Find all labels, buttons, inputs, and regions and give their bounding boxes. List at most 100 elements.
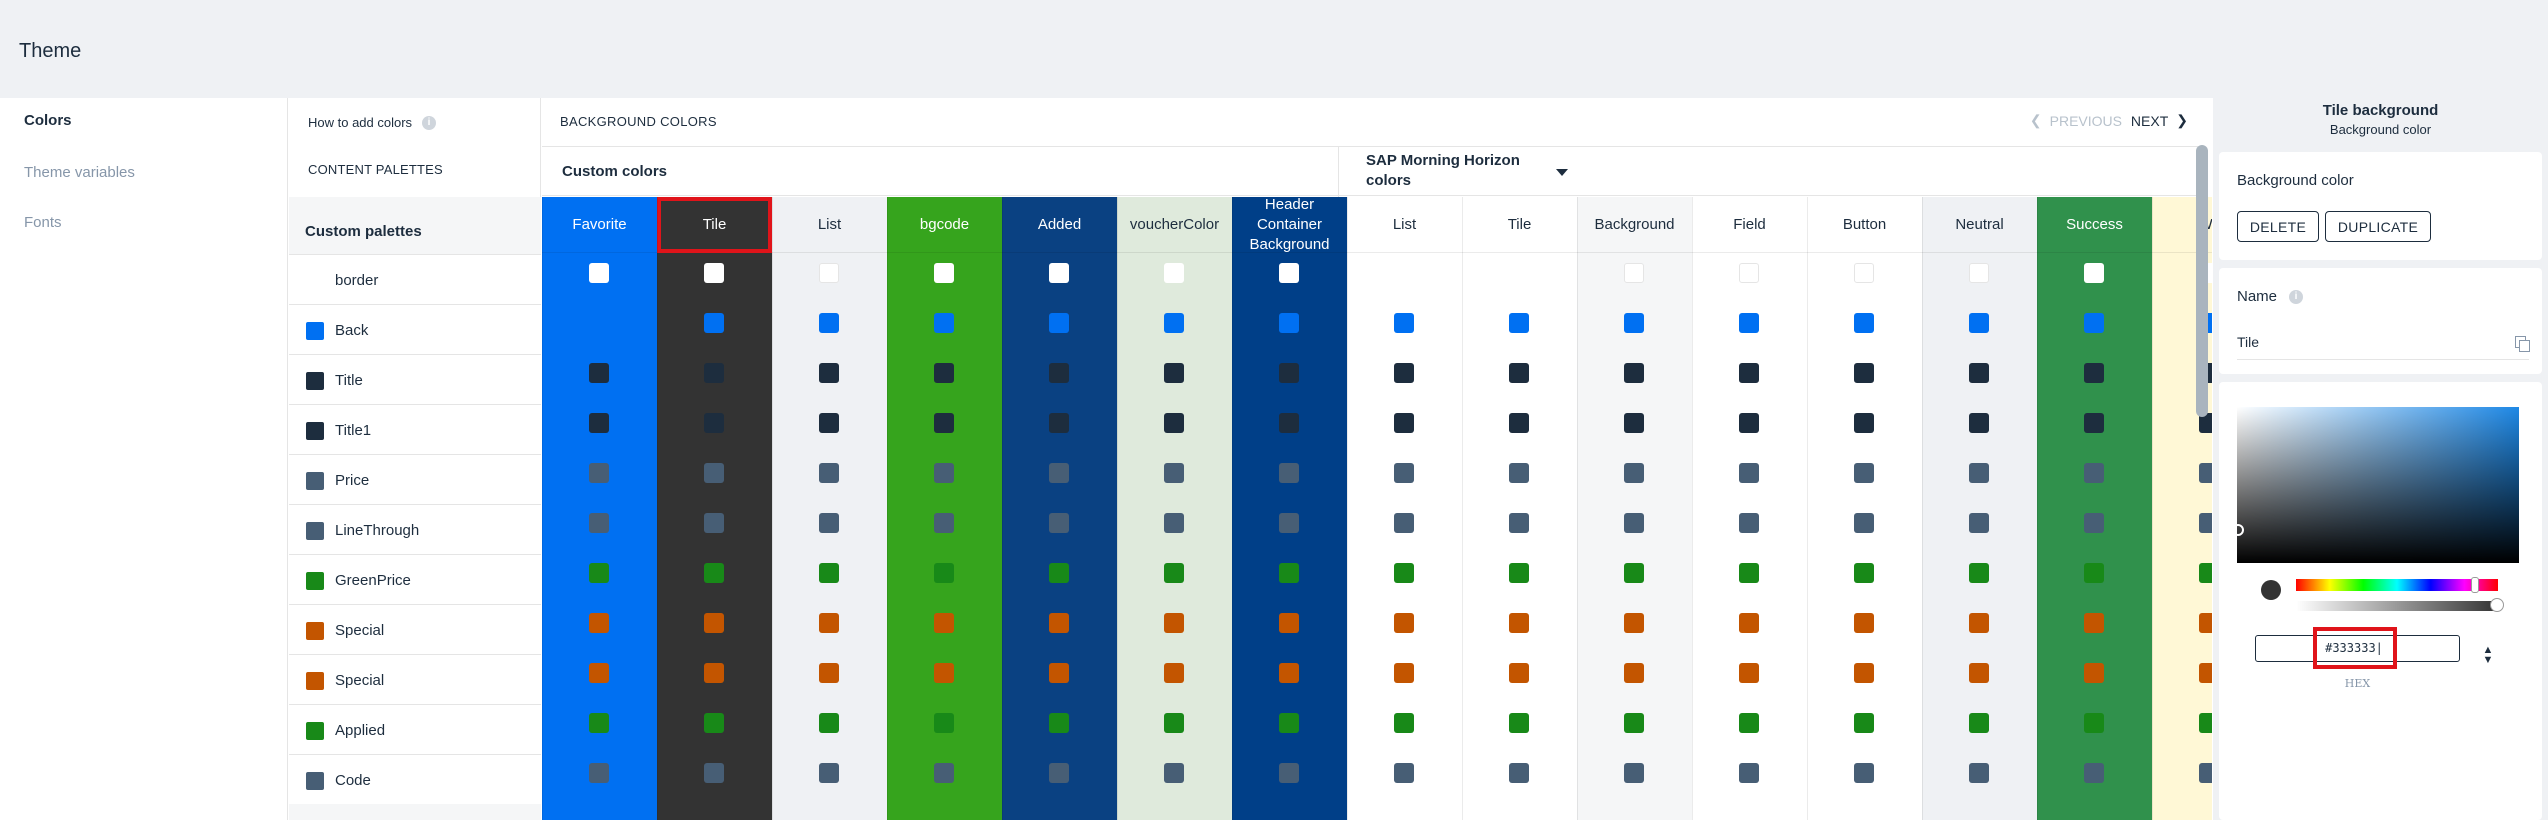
- color-swatch-cell[interactable]: [819, 363, 839, 383]
- color-column-header[interactable]: Neutral: [1922, 197, 2037, 253]
- color-swatch-cell[interactable]: [1049, 613, 1069, 633]
- color-swatch-cell[interactable]: [819, 613, 839, 633]
- scrollbar[interactable]: [2196, 145, 2208, 417]
- color-column-header[interactable]: List: [772, 197, 887, 253]
- color-swatch-cell[interactable]: [1049, 713, 1069, 733]
- color-swatch-cell[interactable]: [1049, 463, 1069, 483]
- palette-row[interactable]: GreenPrice: [289, 554, 541, 604]
- hue-handle[interactable]: [2471, 577, 2479, 593]
- color-column-header[interactable]: voucherColor: [1117, 197, 1232, 253]
- palette-row[interactable]: Title: [289, 354, 541, 404]
- color-swatch-cell[interactable]: [1279, 513, 1299, 533]
- color-swatch-cell[interactable]: [1394, 363, 1414, 383]
- color-column-header[interactable]: Background: [1577, 197, 1692, 253]
- color-swatch-cell[interactable]: [1279, 363, 1299, 383]
- color-column-header[interactable]: Tile: [1462, 197, 1577, 253]
- color-swatch-cell[interactable]: [1164, 563, 1184, 583]
- color-swatch-cell[interactable]: [1624, 313, 1644, 333]
- color-swatch-cell[interactable]: [589, 363, 609, 383]
- color-swatch-cell[interactable]: [589, 563, 609, 583]
- copy-icon[interactable]: [2515, 336, 2530, 352]
- color-column-header[interactable]: Field: [1692, 197, 1807, 253]
- color-swatch-cell[interactable]: [1279, 313, 1299, 333]
- color-swatch-cell[interactable]: [819, 463, 839, 483]
- saturation-picker[interactable]: [2232, 407, 2519, 563]
- color-swatch-cell[interactable]: [1624, 613, 1644, 633]
- color-swatch-cell[interactable]: [1509, 713, 1529, 733]
- color-swatch-cell[interactable]: [1624, 713, 1644, 733]
- color-swatch-cell[interactable]: [1049, 513, 1069, 533]
- color-swatch-cell[interactable]: [1624, 413, 1644, 433]
- color-swatch-cell[interactable]: [1049, 663, 1069, 683]
- palette-row[interactable]: LineThrough: [289, 504, 541, 554]
- color-swatch-cell[interactable]: [819, 663, 839, 683]
- color-swatch-cell[interactable]: [1394, 663, 1414, 683]
- color-swatch-cell[interactable]: [1624, 363, 1644, 383]
- color-swatch-cell[interactable]: [704, 613, 724, 633]
- color-swatch-cell[interactable]: [1969, 263, 1989, 283]
- color-swatch-cell[interactable]: [1049, 363, 1069, 383]
- delete-button[interactable]: DELETE: [2237, 211, 2319, 242]
- color-column-header[interactable]: Added: [1002, 197, 1117, 253]
- color-swatch-cell[interactable]: [1969, 463, 1989, 483]
- color-swatch-cell[interactable]: [704, 513, 724, 533]
- color-swatch-cell[interactable]: [1279, 463, 1299, 483]
- color-swatch-cell[interactable]: [1164, 263, 1184, 283]
- color-swatch-cell[interactable]: [704, 663, 724, 683]
- color-swatch-cell[interactable]: [589, 263, 609, 283]
- color-swatch-cell[interactable]: [704, 363, 724, 383]
- color-swatch-cell[interactable]: [1164, 463, 1184, 483]
- color-swatch-cell[interactable]: [589, 463, 609, 483]
- color-swatch-cell[interactable]: [1969, 563, 1989, 583]
- color-swatch-cell[interactable]: [2199, 563, 2212, 583]
- color-swatch-cell[interactable]: [704, 763, 724, 783]
- color-swatch-cell[interactable]: [704, 313, 724, 333]
- color-swatch-cell[interactable]: [1164, 763, 1184, 783]
- color-swatch-cell[interactable]: [2084, 313, 2104, 333]
- color-swatch-cell[interactable]: [704, 713, 724, 733]
- color-column-header[interactable]: bgcode: [887, 197, 1002, 253]
- picker-handle[interactable]: [2232, 524, 2244, 536]
- color-column[interactable]: voucherColor: [1117, 197, 1232, 820]
- color-swatch-cell[interactable]: [1854, 463, 1874, 483]
- color-column-header[interactable]: Header Container Background: [1232, 196, 1347, 253]
- alpha-handle[interactable]: [2490, 598, 2504, 612]
- palette-row[interactable]: Back: [289, 304, 541, 354]
- color-swatch-cell[interactable]: [934, 263, 954, 283]
- color-swatch-cell[interactable]: [1854, 263, 1874, 283]
- color-swatch-cell[interactable]: [1509, 663, 1529, 683]
- color-swatch-cell[interactable]: [2199, 513, 2212, 533]
- color-column[interactable]: List: [1347, 197, 1462, 820]
- color-swatch-cell[interactable]: [1854, 413, 1874, 433]
- color-swatch-cell[interactable]: [934, 313, 954, 333]
- color-swatch-cell[interactable]: [2199, 613, 2212, 633]
- color-column[interactable]: Success: [2037, 197, 2152, 820]
- color-swatch-cell[interactable]: [1969, 613, 1989, 633]
- color-swatch-cell[interactable]: [2199, 763, 2212, 783]
- color-column[interactable]: Favorite: [542, 197, 657, 820]
- color-swatch-cell[interactable]: [934, 763, 954, 783]
- color-swatch-cell[interactable]: [819, 513, 839, 533]
- color-column[interactable]: List: [772, 197, 887, 820]
- info-icon[interactable]: i: [2289, 289, 2304, 304]
- color-swatch-cell[interactable]: [1969, 313, 1989, 333]
- palette-row[interactable]: Applied: [289, 704, 541, 754]
- color-swatch-cell[interactable]: [1739, 263, 1759, 283]
- color-swatch-cell[interactable]: [589, 413, 609, 433]
- color-column-header[interactable]: Favorite: [542, 197, 657, 253]
- color-column-header[interactable]: Button: [1807, 197, 1922, 253]
- color-swatch-cell[interactable]: [2084, 463, 2104, 483]
- color-swatch-cell[interactable]: [1279, 263, 1299, 283]
- color-swatch-cell[interactable]: [819, 563, 839, 583]
- color-column[interactable]: Added: [1002, 197, 1117, 820]
- duplicate-button[interactable]: DUPLICATE: [2325, 211, 2431, 242]
- color-swatch-cell[interactable]: [1164, 663, 1184, 683]
- nav-item-fonts[interactable]: Fonts: [24, 214, 62, 231]
- color-swatch-cell[interactable]: [1739, 763, 1759, 783]
- color-swatch-cell[interactable]: [1394, 613, 1414, 633]
- color-column[interactable]: Field: [1692, 197, 1807, 820]
- name-field[interactable]: Tile: [2237, 334, 2530, 360]
- color-swatch-cell[interactable]: [1509, 363, 1529, 383]
- previous-button[interactable]: ❮ PREVIOUS: [2030, 112, 2122, 129]
- color-swatch-cell[interactable]: [934, 713, 954, 733]
